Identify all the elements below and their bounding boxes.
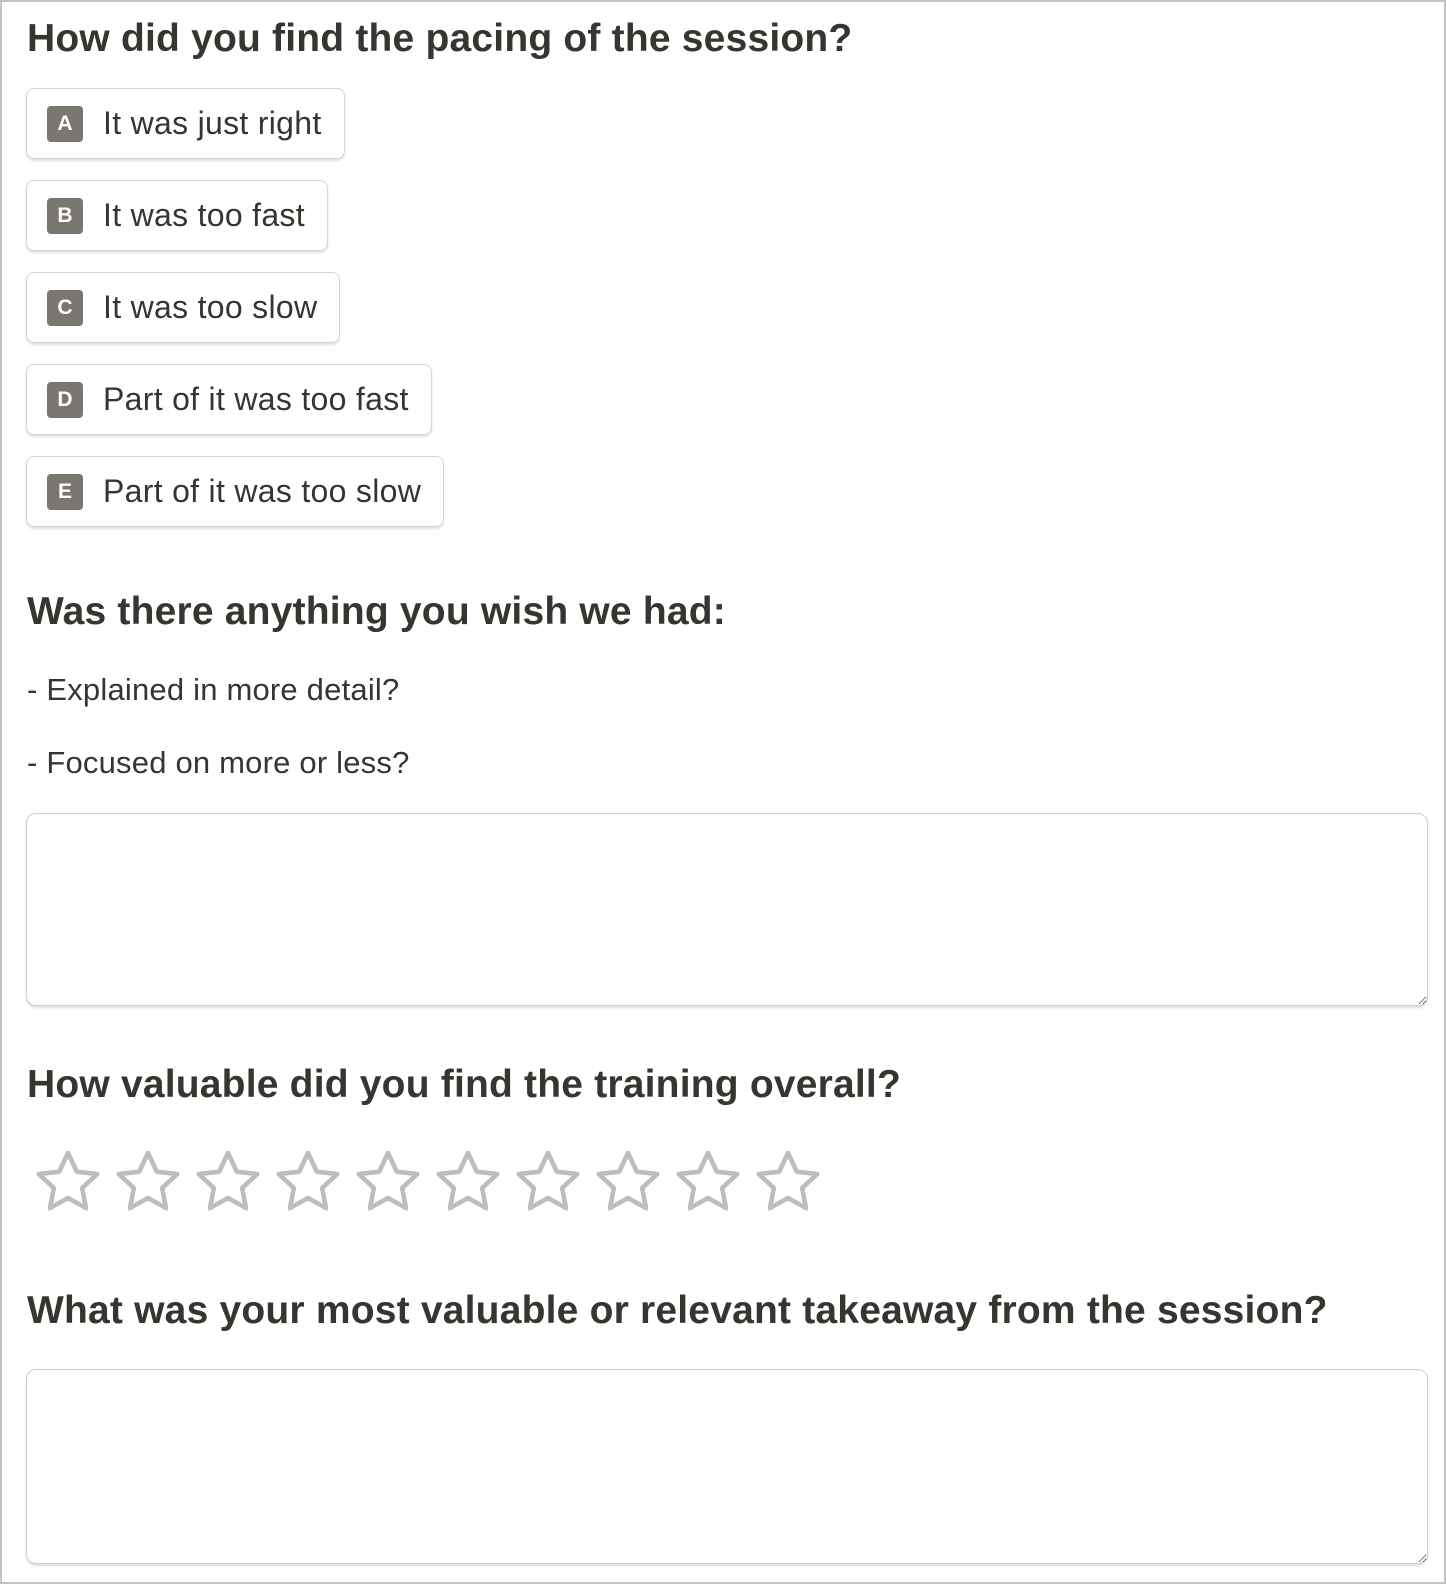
star-outline-icon (116, 1150, 180, 1211)
star-outline-icon (756, 1150, 820, 1211)
option-b[interactable]: B It was too fast (26, 180, 328, 251)
star-outline-icon (676, 1150, 740, 1211)
option-e[interactable]: E Part of it was too slow (26, 456, 445, 527)
star-outline-icon (436, 1150, 500, 1211)
option-label: It was just right (103, 105, 322, 141)
question-title-value: How valuable did you find the training o… (27, 1063, 901, 1106)
star-rating-8[interactable] (588, 1145, 668, 1219)
option-key-badge: C (47, 289, 83, 326)
star-outline-icon (596, 1150, 660, 1211)
star-outline-icon (36, 1150, 100, 1211)
star-rating-2[interactable] (108, 1145, 188, 1219)
option-key-badge: D (47, 381, 83, 418)
takeaway-answer-textarea[interactable] (26, 1369, 1428, 1564)
star-outline-icon (196, 1150, 260, 1211)
star-rating-6[interactable] (428, 1145, 508, 1219)
pacing-options: A It was just right B It was too fast C … (26, 88, 445, 548)
option-d[interactable]: D Part of it was too fast (26, 364, 432, 435)
option-label: It was too fast (103, 197, 305, 233)
wish-answer-textarea[interactable] (26, 813, 1428, 1006)
star-rating-1[interactable] (28, 1145, 108, 1219)
question-hint: - Focused on more or less? (27, 745, 410, 780)
option-a[interactable]: A It was just right (26, 88, 345, 159)
question-title-wish: Was there anything you wish we had: (27, 590, 726, 633)
option-key-badge: A (47, 105, 83, 142)
option-label: Part of it was too fast (103, 381, 409, 417)
question-title-takeaway: What was your most valuable or relevant … (27, 1289, 1328, 1332)
question-hint: - Explained in more detail? (27, 672, 400, 707)
star-outline-icon (276, 1150, 340, 1211)
star-rating-3[interactable] (188, 1145, 268, 1219)
option-c[interactable]: C It was too slow (26, 272, 341, 343)
star-rating-7[interactable] (508, 1145, 588, 1219)
star-outline-icon (516, 1150, 580, 1211)
option-key-badge: B (47, 197, 83, 234)
form-frame: How did you find the pacing of the sessi… (0, 0, 1446, 1584)
option-label: It was too slow (103, 289, 318, 325)
option-label: Part of it was too slow (103, 473, 422, 509)
rating-stars (28, 1145, 828, 1219)
option-key-badge: E (47, 473, 83, 510)
star-rating-10[interactable] (748, 1145, 828, 1219)
star-outline-icon (356, 1150, 420, 1211)
star-rating-5[interactable] (348, 1145, 428, 1219)
question-title-pacing: How did you find the pacing of the sessi… (27, 17, 853, 60)
star-rating-9[interactable] (668, 1145, 748, 1219)
star-rating-4[interactable] (268, 1145, 348, 1219)
